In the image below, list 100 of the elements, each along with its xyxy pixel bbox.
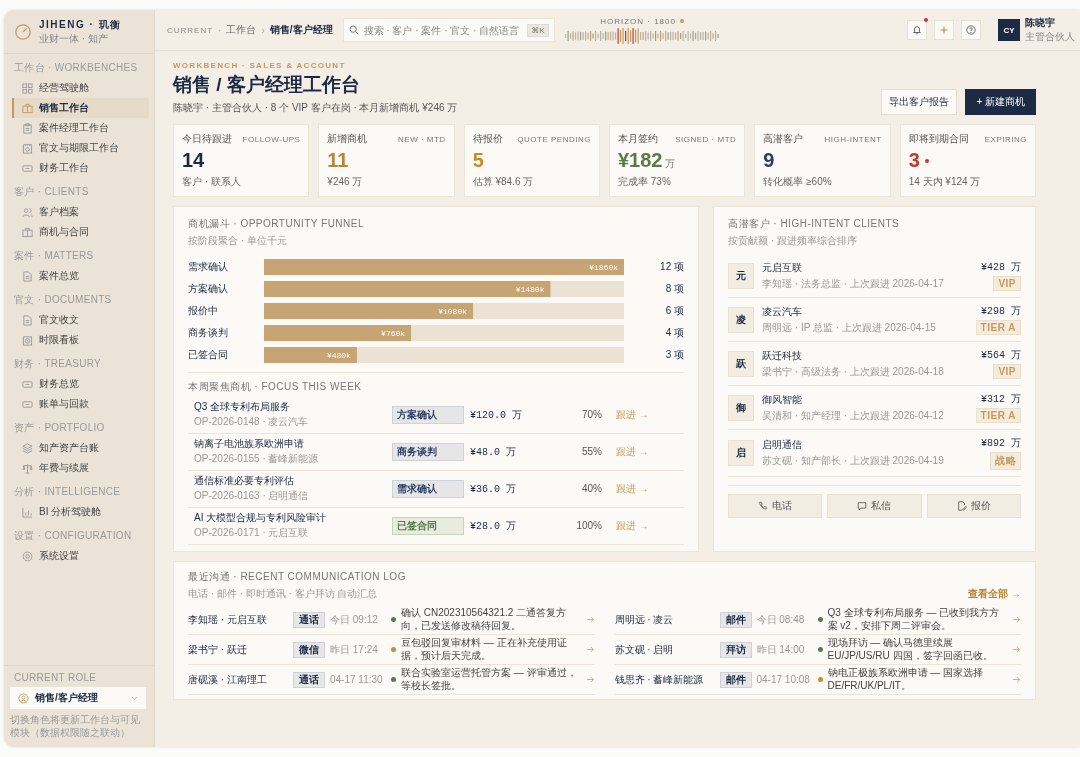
nav-section-title: 财务 · TREASURY xyxy=(13,357,103,371)
nav-item[interactable]: 系统设置 xyxy=(12,546,149,566)
channel-tag: 拜访 xyxy=(719,641,752,658)
kpi-label-en: HIGH-INTENT xyxy=(824,135,882,144)
brand-tagline: 业财一体 · 知产 xyxy=(39,32,109,46)
tier-badge: TIER A xyxy=(975,320,1021,335)
nav-item[interactable]: 客户档案 xyxy=(12,202,149,222)
arrow-right-icon[interactable] xyxy=(586,676,595,683)
user-icon xyxy=(18,692,29,704)
kpi-label: 即将到期合同 xyxy=(908,132,969,146)
client-name[interactable]: 元启互联 xyxy=(762,260,973,275)
nav-item[interactable]: 案件总览 xyxy=(12,266,149,286)
client-amount: ¥428 万 xyxy=(981,261,1021,274)
notification-button[interactable] xyxy=(907,20,927,40)
contact-name: 李知瑶 · 元启互联 xyxy=(188,612,268,627)
contact-name: 梁书宁 · 跃迁 xyxy=(188,642,248,657)
nav-item[interactable]: 财务总览 xyxy=(12,374,149,394)
stage-count: 12 项 xyxy=(659,260,684,274)
search-icon xyxy=(348,25,359,35)
nav-item[interactable]: 知产资产台账 xyxy=(12,438,149,458)
case-icon xyxy=(22,226,33,238)
contact-name: 唐砚溪 · 江南理工 xyxy=(188,672,268,687)
opportunity-amount: ¥48.0 万 xyxy=(470,445,517,459)
log-message: 钠电正极族系欧洲申请 — 国家选择 DE/FR/UK/PL/IT。 xyxy=(827,667,985,692)
arrow-right-icon[interactable] xyxy=(1013,676,1021,683)
nav-item[interactable]: 经营驾驶舱 xyxy=(12,78,149,98)
stage-count: 6 项 xyxy=(664,304,684,318)
client-name[interactable]: 御风智能 xyxy=(762,392,968,407)
layers-icon xyxy=(22,442,33,454)
arrow-right-icon[interactable] xyxy=(586,646,595,653)
arrow-right-icon[interactable] xyxy=(1013,616,1021,623)
stage-label: 商务谈判 xyxy=(188,326,229,340)
kpi-subtext: 转化概率 ≥60% xyxy=(763,175,833,189)
nav-item[interactable]: BI 分析驾驶舱 xyxy=(12,502,149,522)
search-field[interactable]: 搜索 · 客户 · 案件 · 官文 · 自然语言 ⌘K xyxy=(342,18,555,42)
client-amount: ¥564 万 xyxy=(981,349,1021,362)
nav-item[interactable]: 销售工作台 xyxy=(12,98,149,118)
export-button[interactable]: 导出客户报告 xyxy=(881,89,958,115)
message-button[interactable]: 私信 xyxy=(827,494,922,518)
nav-item[interactable]: 账单与回款 xyxy=(12,394,149,414)
nav-item[interactable]: 官文收文 xyxy=(12,310,149,330)
nav-item[interactable]: 官文与期限工作台 xyxy=(12,138,149,158)
user-name: 陈晓宇 xyxy=(1025,16,1056,30)
opportunity-title: Q3 全球专利布局服务 xyxy=(194,400,292,414)
log-message: 现场拜访 — 确认马德里续展 EU/JP/US/RU 四国，签字回函已收。 xyxy=(827,637,994,662)
users-icon xyxy=(22,206,33,218)
help-icon xyxy=(966,25,976,35)
card-icon xyxy=(22,162,33,174)
sparkle-icon xyxy=(939,25,949,35)
bell-icon xyxy=(912,25,922,35)
client-name[interactable]: 凌云汽车 xyxy=(762,304,968,319)
arrow-right-icon[interactable] xyxy=(586,616,595,623)
client-name[interactable]: 跃迁科技 xyxy=(762,348,973,363)
client-meta: 周明远 · IP 总监 · 上次跟进 2026-04-15 xyxy=(762,320,937,335)
doc-icon xyxy=(22,314,33,326)
log-message: 豆包驳回复审材料 — 正在补充使用证据，预计后天完成。 xyxy=(401,637,568,662)
quote-button[interactable]: 报价 xyxy=(926,494,1021,518)
phone-icon xyxy=(758,501,769,511)
nav-item[interactable]: 案件经理工作台 xyxy=(12,118,149,138)
bar-value-label: ¥1080k xyxy=(438,307,468,316)
log-message: 联合实验室运营托管方案 — 评审通过，等校长签批。 xyxy=(401,667,578,692)
stage-tag: 方案确认 xyxy=(392,405,464,424)
help-button[interactable] xyxy=(961,20,981,40)
client-avatar: 凌 xyxy=(728,306,754,333)
breadcrumb-separator: · xyxy=(218,24,222,36)
opportunity-code: OP-2026-0155 · 蓄峰新能源 xyxy=(194,452,320,466)
kpi-label: 本月签约 xyxy=(618,132,658,146)
opportunity-amount: ¥120.0 万 xyxy=(470,408,523,422)
nav-item[interactable]: 年费与续展 xyxy=(12,458,149,478)
opportunity-code: OP-2026-0171 · 元启互联 xyxy=(194,526,310,540)
user-avatar[interactable]: CY xyxy=(998,19,1020,41)
breadcrumb-separator: › xyxy=(261,24,265,36)
card-title: 高潜客户 · HIGH-INTENT CLIENTS xyxy=(728,217,901,231)
nav-item[interactable]: 商机与合同 xyxy=(12,222,149,242)
tier-badge: 战略 xyxy=(990,452,1021,470)
client-name[interactable]: 启明通信 xyxy=(762,438,973,452)
client-amount: ¥312 万 xyxy=(981,393,1021,406)
bar-value-label: ¥480k xyxy=(326,351,351,360)
kpi-label-en: NEW · MTD xyxy=(398,135,446,144)
nav-section-title: 工作台 · WORKBENCHES xyxy=(13,61,139,75)
search-input[interactable]: 搜索 · 客户 · 案件 · 官文 · 自然语言 xyxy=(363,24,523,36)
stage-tag: 已签合同 xyxy=(392,516,464,535)
breadcrumb-link[interactable]: 工作台 xyxy=(226,23,257,37)
clock-icon xyxy=(22,334,33,346)
phone-button[interactable]: 电话 xyxy=(728,494,823,518)
nav-item[interactable]: 时限看板 xyxy=(12,330,149,350)
kpi-value: ¥182 xyxy=(618,149,663,172)
role-select[interactable]: 销售/客户经理 xyxy=(10,687,146,709)
kpi-value: 11 xyxy=(327,149,349,172)
stage-tag: 商务谈判 xyxy=(392,442,464,461)
card-title: 最近沟通 · RECENT COMMUNICATION LOG xyxy=(188,570,406,584)
client-meta: 吴清和 · 知产经理 · 上次跟进 2026-04-12 xyxy=(762,408,945,423)
create-button[interactable]: + 新建商机 xyxy=(965,89,1036,115)
arrow-right-icon[interactable] xyxy=(1013,646,1021,653)
client-meta: 梁书宁 · 高级法务 · 上次跟进 2026-04-18 xyxy=(762,364,945,379)
kpi-label-en: SIGNED · MTD xyxy=(675,135,737,144)
kpi-label-en: EXPIRING xyxy=(984,135,1027,144)
sparkle-button[interactable] xyxy=(934,20,954,40)
section-title: 本周聚焦商机 · FOCUS THIS WEEK xyxy=(188,380,363,394)
nav-item[interactable]: 财务工作台 xyxy=(12,158,149,178)
